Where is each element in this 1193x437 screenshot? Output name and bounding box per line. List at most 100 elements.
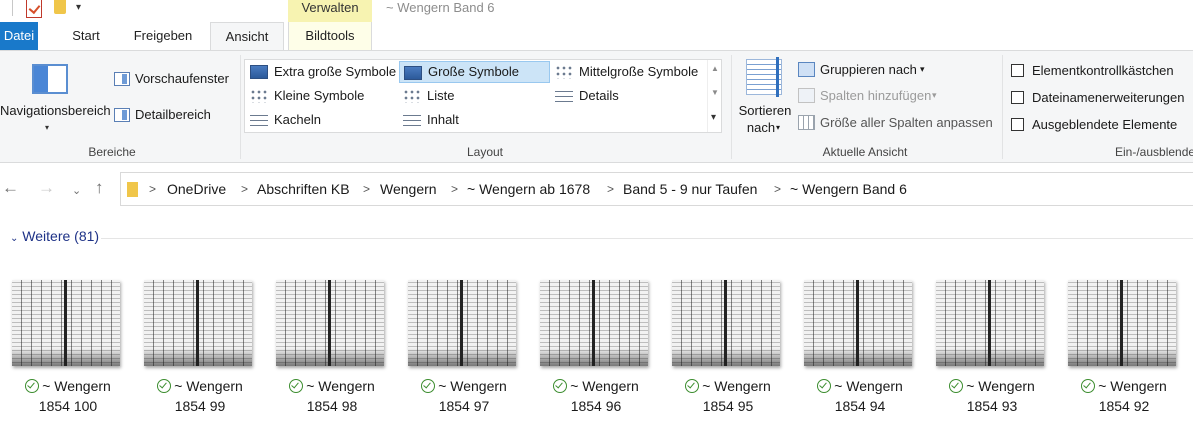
breadcrumb-onedrive[interactable]: OneDrive xyxy=(167,181,226,198)
chevron-down-icon[interactable]: ⌄ xyxy=(10,233,18,244)
group-by-button[interactable]: Gruppieren nach xyxy=(820,62,917,78)
scroll-down-icon[interactable]: ▼ xyxy=(711,88,719,97)
group-label-current-view: Aktuelle Ansicht xyxy=(822,145,908,159)
breadcrumb-wengern[interactable]: Wengern xyxy=(380,181,437,198)
navigation-pane-button[interactable]: Navigationsbereich xyxy=(0,103,111,119)
group-divider xyxy=(1002,55,1003,159)
file-name: ~ Wengern 1854 99 xyxy=(132,376,268,416)
window-title: ~ Wengern Band 6 xyxy=(386,0,495,15)
group-divider-line xyxy=(101,238,1193,239)
file-extensions-checkbox[interactable] xyxy=(1011,91,1024,104)
file-tile[interactable]: ~ Wengern 1854 96 xyxy=(528,272,648,422)
tab-picture-tools[interactable]: Bildtools xyxy=(288,22,372,50)
size-all-columns-button[interactable]: Größe aller Spalten anpassen xyxy=(820,115,993,131)
preview-pane-icon[interactable] xyxy=(114,72,130,86)
preview-pane-button[interactable]: Vorschaufenster xyxy=(135,71,229,87)
group-divider xyxy=(731,55,732,159)
file-tile[interactable]: ~ Wengern 1854 95 xyxy=(660,272,780,422)
file-group-header[interactable]: ⌄ Weitere (81) xyxy=(10,228,99,244)
large-icons-icon xyxy=(404,66,422,80)
breadcrumb-wengern-ab-1678[interactable]: ~ Wengern ab 1678 xyxy=(467,181,590,198)
customize-quick-access-icon[interactable]: ▾ xyxy=(76,2,81,13)
check-circle-icon xyxy=(25,379,40,393)
layout-label: Kacheln xyxy=(274,112,321,127)
navigation-row: ← → ⌄ ↑ > OneDrive > Abschriften KB > We… xyxy=(0,164,1193,214)
chevron-right-icon[interactable]: > xyxy=(149,181,156,198)
layout-extra-large-icons[interactable]: Extra große Symbole xyxy=(246,61,398,83)
breadcrumb-abschriften-kb[interactable]: Abschriften KB xyxy=(257,181,350,198)
chevron-down-icon[interactable]: ▾ xyxy=(776,120,780,136)
hidden-items-label[interactable]: Ausgeblendete Elemente xyxy=(1032,117,1177,133)
file-tile[interactable]: ~ Wengern 1854 93 xyxy=(924,272,1044,422)
new-folder-icon[interactable] xyxy=(54,0,66,14)
layout-label: Details xyxy=(579,88,619,103)
layout-large-icons[interactable]: Große Symbole xyxy=(399,61,550,83)
layout-label: Mittelgroße Symbole xyxy=(579,64,699,79)
check-circle-icon xyxy=(421,379,436,393)
chevron-right-icon[interactable]: > xyxy=(774,181,781,198)
file-name: ~ Wengern 1854 96 xyxy=(528,376,664,416)
tiles-icon xyxy=(250,113,268,127)
layout-small-icons[interactable]: Kleine Symbole xyxy=(246,85,398,107)
tab-start[interactable]: Start xyxy=(60,22,112,50)
medium-icons-icon xyxy=(555,65,573,79)
chevron-right-icon[interactable]: > xyxy=(241,181,248,198)
file-name: ~ Wengern 1854 92 xyxy=(1056,376,1192,416)
item-checkboxes-label[interactable]: Elementkontrollkästchen xyxy=(1032,63,1174,79)
chevron-down-icon[interactable]: ▾ xyxy=(920,61,925,77)
item-checkboxes-checkbox[interactable] xyxy=(1011,64,1024,77)
context-tab-header: Verwalten xyxy=(288,0,372,22)
file-tile[interactable]: ~ Wengern 1854 94 xyxy=(792,272,912,422)
properties-icon[interactable] xyxy=(26,0,42,18)
sort-arrow-icon xyxy=(776,57,779,97)
layout-medium-icons[interactable]: Mittelgroße Symbole xyxy=(551,61,703,83)
hidden-items-checkbox[interactable] xyxy=(1011,118,1024,131)
thumbnail-image xyxy=(1068,280,1176,366)
tab-file[interactable]: Datei xyxy=(0,22,38,50)
check-circle-icon xyxy=(949,379,964,393)
file-tile[interactable]: ~ Wengern 1854 97 xyxy=(396,272,516,422)
layout-label: Große Symbole xyxy=(428,64,520,79)
scroll-up-icon[interactable]: ▲ xyxy=(711,64,719,73)
layout-tiles[interactable]: Kacheln xyxy=(246,109,398,131)
title-bar: ▾ Verwalten ~ Wengern Band 6 xyxy=(0,0,1193,22)
breadcrumb-band-5-9[interactable]: Band 5 - 9 nur Taufen xyxy=(623,181,757,198)
details-pane-button[interactable]: Detailbereich xyxy=(135,107,211,123)
gallery-scrollbar[interactable]: ▲ ▼ ▾ xyxy=(707,60,721,132)
tab-share[interactable]: Freigeben xyxy=(126,22,200,50)
layout-label: Liste xyxy=(427,88,455,103)
layout-details[interactable]: Details xyxy=(551,85,703,107)
file-name: ~ Wengern 1854 94 xyxy=(792,376,928,416)
file-name: ~ Wengern 1854 95 xyxy=(660,376,796,416)
tab-view[interactable]: Ansicht xyxy=(210,22,284,51)
size-columns-icon[interactable] xyxy=(798,115,815,130)
recent-locations-icon[interactable]: ⌄ xyxy=(72,181,81,201)
forward-icon: → xyxy=(38,178,55,197)
breadcrumb-current-folder[interactable]: ~ Wengern Band 6 xyxy=(790,181,907,198)
chevron-right-icon[interactable]: > xyxy=(451,181,458,198)
chevron-right-icon[interactable]: > xyxy=(607,181,614,198)
file-extensions-label[interactable]: Dateinamenerweiterungen xyxy=(1032,90,1184,106)
thumbnail-image xyxy=(936,280,1044,366)
group-label-panes: Bereiche xyxy=(88,145,136,159)
layout-label: Inhalt xyxy=(427,112,459,127)
address-bar[interactable]: > OneDrive > Abschriften KB > Wengern > … xyxy=(120,172,1193,206)
back-icon[interactable]: ← xyxy=(2,178,19,198)
chevron-right-icon[interactable]: > xyxy=(363,181,370,198)
file-tile[interactable]: ~ Wengern 1854 98 xyxy=(264,272,384,422)
layout-content[interactable]: Inhalt xyxy=(399,109,550,131)
layout-list[interactable]: Liste xyxy=(399,85,550,107)
sort-by-button[interactable]: Sortieren xyxy=(737,103,793,119)
group-divider xyxy=(240,55,241,159)
file-tile[interactable]: ~ Wengern 1854 92 xyxy=(1056,272,1176,422)
layout-label: Kleine Symbole xyxy=(274,88,365,103)
chevron-down-icon[interactable]: ▾ xyxy=(45,123,49,132)
file-tile[interactable]: ~ Wengern 1854 100 xyxy=(0,272,120,422)
expand-gallery-icon[interactable]: ▾ xyxy=(711,112,716,123)
up-icon[interactable]: ↑ xyxy=(95,178,104,198)
file-tile[interactable]: ~ Wengern 1854 99 xyxy=(132,272,252,422)
group-by-icon[interactable] xyxy=(798,62,815,77)
ribbon-tabs: Datei Start Freigeben Ansicht Bildtools xyxy=(0,22,1193,51)
details-pane-icon[interactable] xyxy=(114,108,130,122)
navigation-pane-icon[interactable] xyxy=(32,64,68,94)
